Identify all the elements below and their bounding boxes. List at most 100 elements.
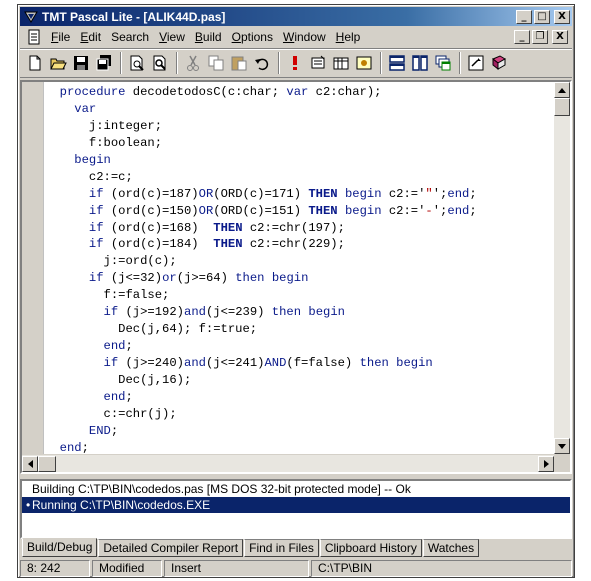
code-keyword: OR (198, 203, 214, 218)
code-keyword: procedure (59, 85, 126, 99)
help-button[interactable] (465, 52, 487, 74)
code-line[interactable]: if (j<=32)or(j>=64) then begin (45, 270, 558, 287)
code-line[interactable]: var (45, 101, 558, 118)
menu-search[interactable]: Search (106, 30, 154, 44)
code-text: (ord(c)=184) (103, 237, 214, 252)
print-preview-button[interactable] (126, 52, 148, 74)
tab-build-debug[interactable]: Build/Debug (22, 538, 98, 557)
code-line[interactable]: if (ord(c)=184) THEN c2:=chr(229); (45, 236, 558, 253)
code-line[interactable]: Dec(j,64); f:=true; (45, 321, 558, 338)
mdi-close-button[interactable]: X (552, 30, 568, 44)
code-keyword: if (88, 220, 104, 235)
tab-detailed-compiler-report[interactable]: Detailed Compiler Report (98, 539, 244, 557)
code-keyword: then (359, 356, 389, 370)
paste-button[interactable] (228, 52, 250, 74)
cascade-button[interactable] (432, 52, 454, 74)
code-line[interactable]: if (j>=240)and(j<=241)AND(f=false) then … (45, 355, 558, 372)
vertical-scrollbar[interactable] (554, 82, 570, 454)
code-line[interactable]: begin (45, 152, 558, 169)
close-button[interactable]: X (554, 9, 570, 24)
menu-window[interactable]: Window (278, 30, 331, 44)
compile-icon (311, 55, 325, 69)
copy-button[interactable] (205, 52, 227, 74)
code-line[interactable]: if (ord(c)=168) THEN c2:=chr(197); (45, 220, 558, 237)
code-line[interactable]: if (j>=192)and(j<=239) then begin (45, 304, 558, 321)
code-text: ; (110, 423, 119, 438)
scroll-left-button[interactable] (22, 456, 38, 472)
debug-button[interactable] (353, 52, 375, 74)
menu-options[interactable]: Options (227, 30, 278, 44)
compile-button[interactable] (307, 52, 329, 74)
open-folder-icon (50, 58, 67, 70)
status-cursor-position: 8: 242 (20, 560, 90, 577)
minimize-button[interactable]: _ (516, 9, 532, 24)
cut-icon (187, 55, 199, 71)
output-line-build[interactable]: Building C:\TP\BIN\codedos.pas [MS DOS 3… (22, 481, 570, 497)
menu-view[interactable]: View (154, 30, 190, 44)
menu-file[interactable]: File (46, 30, 75, 44)
code-keyword: var (74, 101, 97, 116)
code-keyword: and (184, 356, 206, 370)
find-button[interactable] (149, 52, 171, 74)
code-line[interactable]: end; (45, 440, 558, 454)
code-line[interactable]: if (ord(c)=150)OR(ORD(c)=151) THEN begin… (45, 203, 558, 220)
code-line[interactable]: f:=false; (45, 287, 558, 304)
code-line[interactable]: if (ord(c)=187)OR(ORD(c)=171) THEN begin… (45, 186, 558, 203)
main-window: TMT Pascal Lite - [ALIK44D.pas] _ □ X Fi… (17, 4, 575, 578)
editor-gutter[interactable] (22, 82, 44, 454)
scroll-right-button[interactable] (538, 456, 554, 472)
code-area[interactable]: procedure decodetodosC(c:char; var c2:ch… (45, 82, 558, 454)
menu-edit[interactable]: Edit (75, 30, 106, 44)
menu-help[interactable]: Help (331, 30, 366, 44)
save-button[interactable] (70, 52, 92, 74)
code-line[interactable]: c2:=c; (45, 169, 558, 186)
new-file-button[interactable] (24, 52, 46, 74)
code-keyword: AND (264, 356, 287, 370)
code-line[interactable]: end; (45, 338, 558, 355)
scroll-down-button[interactable] (554, 438, 570, 454)
mdi-restore-button[interactable]: ❐ (532, 30, 548, 44)
run-button[interactable] (284, 52, 306, 74)
book-button[interactable] (488, 52, 510, 74)
scroll-up-button[interactable] (554, 82, 570, 98)
code-line[interactable]: f:boolean; (45, 135, 558, 152)
code-line[interactable]: Dec(j,16); (45, 372, 558, 389)
status-modified: Modified (92, 560, 162, 577)
title-bar[interactable]: TMT Pascal Lite - [ALIK44D.pas] _ □ X (20, 7, 572, 26)
tab-clipboard-history[interactable]: Clipboard History (319, 539, 422, 557)
window-title: TMT Pascal Lite - [ALIK44D.pas] (42, 9, 226, 24)
save-all-button[interactable] (93, 52, 115, 74)
tile-horizontal-button[interactable] (386, 52, 408, 74)
toolbar-separator (120, 52, 122, 74)
tile-vertical-button[interactable] (409, 52, 431, 74)
cut-button[interactable] (182, 52, 204, 74)
arrow-left-icon (27, 460, 33, 468)
horizontal-scrollbar[interactable] (22, 454, 570, 472)
maximize-button[interactable]: □ (534, 9, 550, 24)
horizontal-scroll-thumb[interactable] (38, 456, 56, 472)
code-line[interactable]: procedure decodetodosC(c:char; var c2:ch… (45, 84, 558, 101)
code-line[interactable]: j:integer; (45, 118, 558, 135)
undo-button[interactable] (251, 52, 273, 74)
code-text: c2:=chr(197); (242, 220, 345, 235)
code-text: Dec(j,16); (59, 372, 192, 387)
output-line-run[interactable]: • Running C:\TP\BIN\codedos.EXE (22, 497, 570, 513)
document-icon[interactable] (26, 29, 42, 45)
code-line[interactable]: j:=ord(c); (45, 253, 558, 270)
mdi-minimize-button[interactable]: _ (514, 30, 530, 44)
tab-find-in-files[interactable]: Find in Files (244, 539, 319, 557)
code-text: (ORD(c)=151) (213, 203, 309, 218)
code-line[interactable]: c:=chr(j); (45, 406, 558, 423)
code-text: c:=chr(j); (59, 406, 177, 421)
code-line[interactable]: end; (45, 389, 558, 406)
code-line[interactable]: END; (45, 423, 558, 440)
tab-watches[interactable]: Watches (422, 539, 480, 557)
menu-build[interactable]: Build (190, 30, 227, 44)
code-editor[interactable]: procedure decodetodosC(c:char; var c2:ch… (20, 80, 572, 474)
open-button[interactable] (47, 52, 69, 74)
code-text: (ord(c)=187) (103, 186, 199, 201)
output-pane[interactable]: Building C:\TP\BIN\codedos.pas [MS DOS 3… (20, 479, 572, 539)
status-insert-mode: Insert (164, 560, 309, 577)
build-button[interactable] (330, 52, 352, 74)
vertical-scroll-thumb[interactable] (554, 98, 570, 116)
